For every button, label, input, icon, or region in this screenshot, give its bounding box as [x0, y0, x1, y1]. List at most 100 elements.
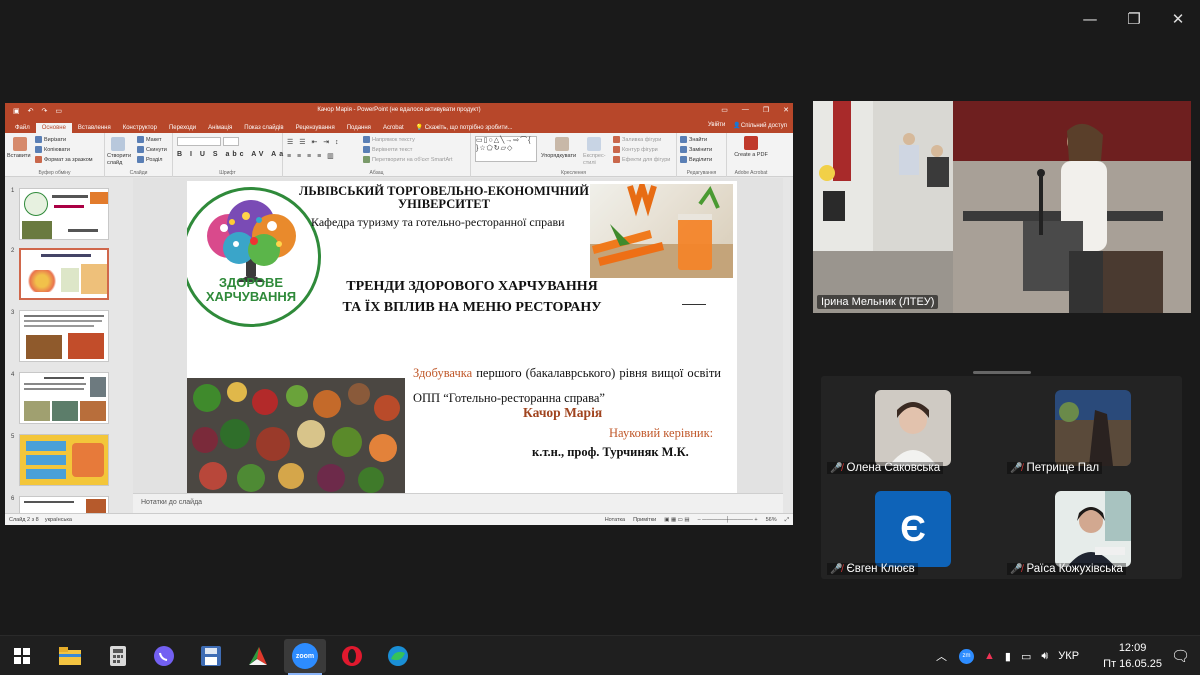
slide-thumb-5[interactable]	[19, 434, 109, 486]
arrange-button[interactable]: Упорядкувати	[541, 153, 576, 159]
create-pdf-button[interactable]: Create a PDF	[733, 152, 769, 159]
list-buttons[interactable]: ☰ ☰ ⇤ ⇥ ↕	[287, 138, 341, 146]
tray-app-icon[interactable]: ▲	[984, 650, 995, 662]
edge-button[interactable]	[384, 642, 412, 670]
view-buttons[interactable]: ▣ ▦ ▭ ▤	[664, 517, 689, 524]
reset-button[interactable]: Скинути	[137, 146, 167, 153]
new-slide-icon[interactable]	[111, 137, 125, 151]
thumb-logo	[24, 192, 48, 216]
save-app-button[interactable]	[197, 642, 225, 670]
tab-insert[interactable]: Вставлення	[72, 123, 117, 133]
slide-thumb-4[interactable]	[19, 372, 109, 424]
text-direction-label: Напрямок тексту	[372, 136, 415, 143]
slide-thumb-6[interactable]	[19, 496, 109, 514]
font-format-buttons[interactable]: B I U S abc AV Aa	[177, 151, 286, 158]
format-painter-label: Формат за зразком	[44, 156, 93, 163]
slide-thumbnails[interactable]: 1 2 3 4 5 6	[5, 178, 127, 514]
participant-tile[interactable]: 🎤̸ Петрище Пал	[1001, 376, 1181, 477]
current-slide[interactable]: ЗДОРОВЕ ХАРЧУВАННЯ ЛЬВІВСЬКИЙ ТОРГОВЕЛЬН…	[187, 181, 737, 493]
participant-tile[interactable]: Є 🎤̸ Євген Клюєв	[821, 477, 1001, 578]
comments-toggle[interactable]: Примітки	[633, 517, 656, 524]
opera-button[interactable]	[338, 642, 366, 670]
sign-in-link[interactable]: Увійти	[708, 122, 725, 129]
tab-review[interactable]: Рецензування	[290, 123, 341, 133]
restore-button[interactable]: ❐	[1112, 8, 1156, 30]
align-text-button[interactable]: Вирівняти текст	[363, 146, 412, 153]
close-button[interactable]: ✕	[1156, 8, 1200, 30]
minimize-button[interactable]: —	[1068, 8, 1112, 30]
gallery-drag-handle[interactable]	[973, 371, 1031, 374]
cut-button[interactable]: Вирізати	[35, 136, 66, 143]
zoom-taskbar-button[interactable]: zoom	[284, 639, 326, 673]
viber-button[interactable]	[150, 642, 178, 670]
tab-file[interactable]: Файл	[9, 123, 36, 133]
usb-icon[interactable]: ▮	[1005, 650, 1011, 663]
zoom-tray-icon[interactable]: zm	[959, 648, 974, 664]
font-name-input[interactable]	[177, 137, 221, 146]
start-button[interactable]	[8, 642, 36, 670]
slide-thumb-2[interactable]	[19, 248, 109, 300]
align-buttons[interactable]: ≡ ≡ ≡ ≡ ▥	[287, 152, 336, 160]
paste-icon[interactable]	[13, 137, 27, 151]
copy-button[interactable]: Копіювати	[35, 146, 70, 153]
participant-tile[interactable]: 🎤̸ Раїса Кожухівська	[1001, 477, 1181, 578]
text-direction-button[interactable]: Напрямок тексту	[363, 136, 415, 143]
file-explorer-button[interactable]	[56, 642, 84, 670]
clock[interactable]: 12:09 Пт 16.05.25	[1103, 640, 1162, 672]
slide-thumb-1[interactable]	[19, 188, 109, 240]
participant-photo	[875, 390, 951, 466]
zoom-slider[interactable]: – ──────┼────── +	[698, 517, 758, 524]
replace-icon	[680, 146, 687, 153]
tab-home[interactable]: Основне	[35, 123, 72, 133]
fit-slide-icon[interactable]: ⤢	[785, 517, 789, 524]
notes-pane[interactable]: Нотатки до слайда	[133, 493, 783, 513]
chevron-up-icon[interactable]: ︿	[936, 648, 947, 664]
shapes-gallery[interactable]: ▭▯○△╲→⇨⌒{ }☆⬠↻▱◇	[475, 136, 537, 162]
slide-editor[interactable]: ЗДОРОВЕ ХАРЧУВАННЯ ЛЬВІВСЬКИЙ ТОРГОВЕЛЬН…	[133, 178, 783, 513]
volume-icon[interactable]: 🔊︎	[1041, 650, 1048, 663]
shape-effects-button[interactable]: Ефекти для фігури	[613, 156, 670, 163]
share-button[interactable]: 👤Спільний доступ	[733, 122, 787, 129]
smartart-button[interactable]: Перетворити на об'єкт SmartArt	[363, 156, 453, 163]
ppt-restore-icon[interactable]: ❐	[763, 106, 769, 114]
ppt-close-icon[interactable]: ✕	[783, 106, 789, 114]
ppt-status-bar: Слайд 2 з 8 українська Нотатка Примітки …	[5, 513, 793, 525]
slide-thumb-3[interactable]	[19, 310, 109, 362]
quick-styles-icon[interactable]	[587, 137, 601, 151]
shape-fill-button[interactable]: Заливка фігури	[613, 136, 661, 143]
tab-animations[interactable]: Анімація	[202, 123, 238, 133]
quick-styles-button[interactable]: Експрес-стилі	[583, 153, 609, 167]
font-size-input[interactable]	[223, 137, 239, 146]
section-button[interactable]: Розділ	[137, 156, 162, 163]
paste-button[interactable]: Вставити	[7, 153, 31, 159]
format-painter-button[interactable]: Формат за зразком	[35, 156, 93, 163]
arrange-icon[interactable]	[555, 137, 569, 151]
find-button[interactable]: Знайти	[680, 136, 707, 143]
language-indicator[interactable]: УКР	[1058, 650, 1079, 662]
tab-view[interactable]: Подання	[341, 123, 377, 133]
tab-design[interactable]: Конструктор	[117, 123, 163, 133]
thumb-image	[72, 443, 104, 477]
app-button[interactable]	[244, 642, 272, 670]
ribbon-display-icon[interactable]: ▭	[721, 106, 728, 114]
new-slide-button[interactable]: Створити слайд	[107, 153, 135, 167]
tell-me-box[interactable]: 💡 Скажіть, що потрібно зробити...	[410, 122, 519, 133]
participant-tile[interactable]: 🎤̸ Олена Саковська	[821, 376, 1001, 477]
tab-transitions[interactable]: Переходи	[163, 123, 202, 133]
pdf-icon[interactable]	[744, 136, 758, 150]
tab-slideshow[interactable]: Показ слайдів	[238, 123, 289, 133]
language-indicator[interactable]: українська	[45, 517, 72, 523]
select-button[interactable]: Виділити	[680, 156, 712, 163]
section-icon	[137, 156, 144, 163]
layout-button[interactable]: Макет	[137, 136, 162, 143]
shape-outline-button[interactable]: Контур фігури	[613, 146, 658, 153]
ppt-minimize-icon[interactable]: —	[742, 106, 749, 114]
monitor-icon[interactable]: ▭	[1021, 650, 1031, 663]
tab-acrobat[interactable]: Acrobat	[377, 123, 410, 133]
replace-button[interactable]: Замінити	[680, 146, 712, 153]
zoom-level[interactable]: 56%	[766, 517, 777, 524]
calculator-button[interactable]	[104, 642, 132, 670]
notifications-icon[interactable]: 🗨︎	[1171, 636, 1190, 675]
speaker-video[interactable]: Ірина Мельник (ЛТЕУ)	[813, 101, 1191, 313]
notes-toggle[interactable]: Нотатка	[605, 517, 625, 524]
